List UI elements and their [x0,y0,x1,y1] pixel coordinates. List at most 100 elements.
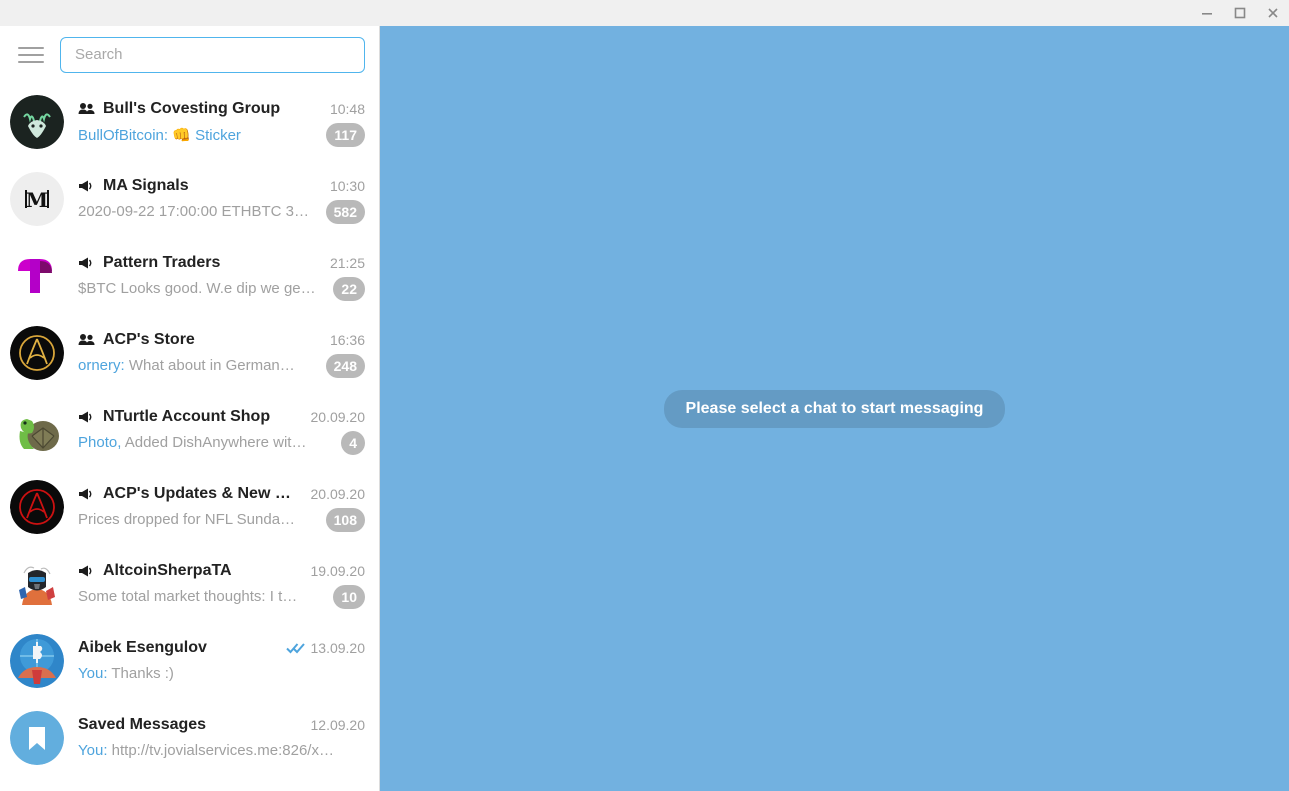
chat-row-saved-messages[interactable]: Saved Messages 12.09.20 You: http://tv.j… [0,699,379,776]
chat-preview: ornery: What about in German… [78,357,318,374]
minimize-icon [1201,13,1212,15]
row-title-line: NTurtle Account Shop 20.09.20 [78,404,365,430]
row-title-line: Aibek Esengulov 13.09.20 [78,635,365,661]
channel-icon [78,564,95,577]
row-content: AltcoinSherpaTA 19.09.20 Some total mark… [78,557,365,611]
preview-text: Thanks :) [111,665,174,682]
chat-row-acps-store[interactable]: ACP's Store 16:36 ornery: What about in … [0,314,379,391]
row-content: MA Signals 10:30 2020-09-22 17:00:00 ETH… [78,172,365,226]
unread-badge: 117 [326,122,365,147]
chat-preview: $BTC Looks good. W.e dip we ge… [78,280,316,297]
avatar [10,325,64,380]
chat-timestamp: 13.09.20 [310,639,366,656]
search-placeholder: Search [75,46,123,63]
altcoinsherpa-avatar-icon [10,556,64,611]
avatar [10,633,64,688]
aibek-avatar-icon [10,633,64,688]
chat-title: MA Signals [103,176,189,194]
bull-avatar-icon [10,94,64,149]
unread-badge: 10 [333,584,365,609]
preview-text: Sticker [195,126,241,144]
nturtle-avatar-icon [10,402,64,457]
row-content: ACP's Store 16:36 ornery: What about in … [78,326,365,380]
unread-badge: 248 [325,353,365,378]
chat-row-ma-signals[interactable]: M MA Signals 10:30 2020-09-22 17:00:00 E… [0,160,379,237]
chat-timestamp: 12.09.20 [310,716,366,733]
main-split: Search Bull's Covesting Group 10:48 Bull… [0,26,1289,791]
read-double-check-icon [285,642,306,654]
preview-text: What about in German… [128,357,295,374]
preview-sender: You: [78,665,108,682]
minimize-button[interactable] [1190,0,1223,26]
unread-badge: 4 [341,430,365,455]
row-title-line: Bull's Covesting Group 10:48 [78,96,365,122]
row-meta: 19.09.20 [311,563,366,579]
row-meta: 21:25 [330,255,365,271]
chat-row-altcoinsherpata[interactable]: AltcoinSherpaTA 19.09.20 Some total mark… [0,545,379,622]
chat-row-pattern-traders[interactable]: Pattern Traders 21:25 $BTC Looks good. W… [0,237,379,314]
avatar [10,402,64,457]
chat-sidebar: Search Bull's Covesting Group 10:48 Bull… [0,26,380,791]
row-meta: 10:48 [330,101,365,117]
chat-title: AltcoinSherpaTA [103,561,232,579]
row-title-line: Saved Messages 12.09.20 [78,712,365,738]
chat-title: Saved Messages [78,715,207,733]
preview-text: Added DishAnywhere wit… [124,434,307,451]
chat-list[interactable]: Bull's Covesting Group 10:48 BullOfBitco… [0,83,379,791]
chat-title: Bull's Covesting Group [103,99,281,117]
row-content: NTurtle Account Shop 20.09.20 Photo, Add… [78,403,365,457]
chat-title: ACP's Store [103,330,195,348]
avatar: M [10,171,64,226]
row-content: Saved Messages 12.09.20 You: http://tv.j… [78,711,365,765]
channel-icon [78,410,95,423]
saved-messages-avatar-icon [10,710,64,765]
row-title-line: Pattern Traders 21:25 [78,250,365,276]
channel-icon [78,487,95,500]
maximize-button[interactable] [1223,0,1256,26]
preview-sender: You: [78,742,108,759]
chat-title: Aibek Esengulov [78,638,207,656]
channel-icon [78,179,95,192]
group-icon [78,333,95,346]
unread-badge: 582 [325,199,365,224]
preview-emoji: 👊 [172,126,191,144]
row-content: Aibek Esengulov 13.09.20 You: Thanks:) [78,634,365,688]
row-preview-line: ornery: What about in German… 248 [78,353,365,379]
chat-title: Pattern Traders [103,253,221,271]
hamburger-menu-icon[interactable] [14,38,48,72]
chat-row-nturtle-account-shop[interactable]: NTurtle Account Shop 20.09.20 Photo, Add… [0,391,379,468]
row-title-line: ACP's Updates & New S… 20.09.20 [78,481,365,507]
chat-timestamp: 10:48 [329,100,365,117]
chat-row-acps-updates[interactable]: ACP's Updates & New S… 20.09.20 Prices d… [0,468,379,545]
row-meta: 10:30 [330,178,365,194]
group-icon [78,102,95,115]
row-preview-line: Some total market thoughts: I t… 10 [78,584,365,610]
row-preview-line: You: Thanks :) [78,661,365,687]
row-meta: 12.09.20 [311,717,366,733]
acp-updates-avatar-icon [10,479,64,534]
chat-row-aibek-esengulov[interactable]: Aibek Esengulov 13.09.20 You: Thanks:) [0,622,379,699]
telegram-window: Search Bull's Covesting Group 10:48 Bull… [0,0,1289,791]
chat-row-bulls-covesting-group[interactable]: Bull's Covesting Group 10:48 BullOfBitco… [0,83,379,160]
maximize-icon [1234,7,1245,19]
unread-badge: 108 [325,507,365,532]
row-meta: 16:36 [330,332,365,348]
chat-preview: Some total market thoughts: I t… [78,588,298,605]
chat-timestamp: 20.09.20 [310,408,366,425]
chat-title: ACP's Updates & New S… [103,484,301,502]
row-content: ACP's Updates & New S… 20.09.20 Prices d… [78,480,365,534]
pattern-traders-avatar-icon [10,248,64,303]
close-button[interactable] [1256,0,1289,26]
avatar [10,248,64,303]
preview-sender: ornery: [78,357,125,374]
row-title-line: AltcoinSherpaTA 19.09.20 [78,558,365,584]
avatar [10,94,64,149]
chat-pane: Please select a chat to start messaging [380,26,1289,791]
search-input[interactable]: Search [60,36,365,73]
row-content: Bull's Covesting Group 10:48 BullOfBitco… [78,95,365,149]
row-title-line: ACP's Store 16:36 [78,327,365,353]
close-icon [1267,8,1278,18]
acp-store-avatar-icon [10,325,64,380]
row-meta: 20.09.20 [311,486,366,502]
unread-badge: 22 [333,276,365,301]
